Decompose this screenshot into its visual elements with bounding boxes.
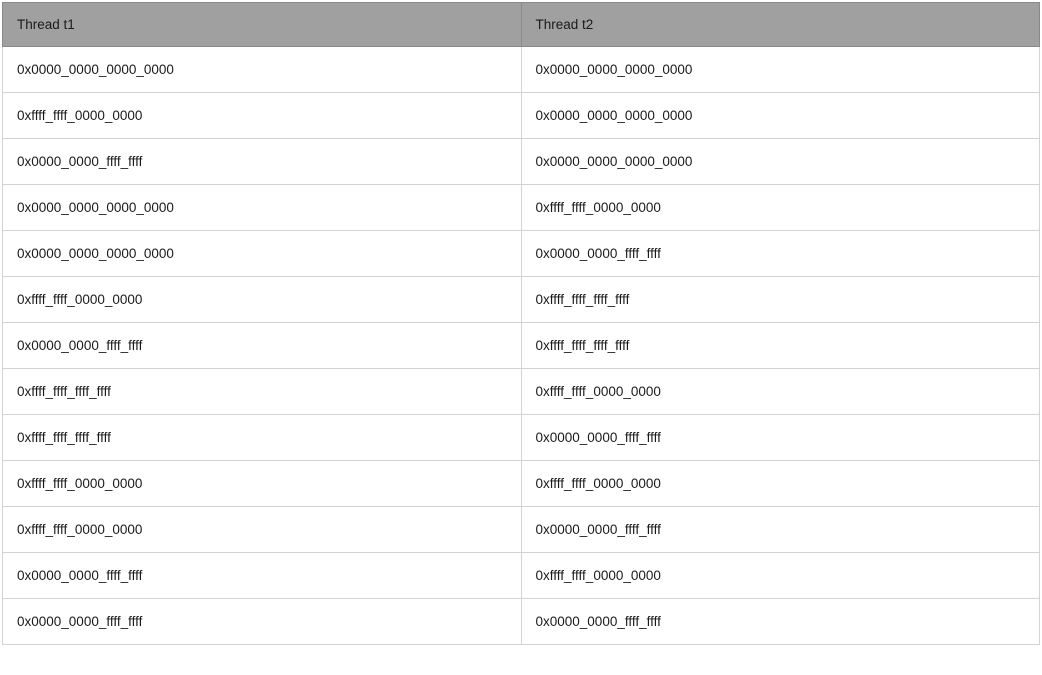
cell-t2: 0x0000_0000_0000_0000 — [521, 139, 1040, 185]
cell-t2: 0x0000_0000_0000_0000 — [521, 47, 1040, 93]
cell-t1: 0xffff_ffff_ffff_ffff — [3, 369, 522, 415]
cell-t2: 0xffff_ffff_ffff_ffff — [521, 323, 1040, 369]
cell-t2: 0x0000_0000_ffff_ffff — [521, 599, 1040, 645]
table-row: 0xffff_ffff_0000_0000 0xffff_ffff_0000_0… — [3, 461, 1040, 507]
table-row: 0x0000_0000_0000_0000 0x0000_0000_ffff_f… — [3, 231, 1040, 277]
table-row: 0xffff_ffff_ffff_ffff 0xffff_ffff_0000_0… — [3, 369, 1040, 415]
table-row: 0x0000_0000_ffff_ffff 0x0000_0000_0000_0… — [3, 139, 1040, 185]
table-row: 0x0000_0000_0000_0000 0x0000_0000_0000_0… — [3, 47, 1040, 93]
cell-t2: 0xffff_ffff_0000_0000 — [521, 185, 1040, 231]
table-row: 0x0000_0000_0000_0000 0xffff_ffff_0000_0… — [3, 185, 1040, 231]
cell-t2: 0x0000_0000_ffff_ffff — [521, 231, 1040, 277]
cell-t1: 0x0000_0000_ffff_ffff — [3, 139, 522, 185]
table-row: 0xffff_ffff_0000_0000 0xffff_ffff_ffff_f… — [3, 277, 1040, 323]
table-row: 0xffff_ffff_0000_0000 0x0000_0000_ffff_f… — [3, 507, 1040, 553]
column-header-t1: Thread t1 — [3, 3, 522, 47]
cell-t2: 0xffff_ffff_0000_0000 — [521, 461, 1040, 507]
cell-t2: 0x0000_0000_ffff_ffff — [521, 507, 1040, 553]
cell-t1: 0xffff_ffff_0000_0000 — [3, 507, 522, 553]
cell-t1: 0xffff_ffff_0000_0000 — [3, 93, 522, 139]
cell-t2: 0x0000_0000_0000_0000 — [521, 93, 1040, 139]
thread-value-table: Thread t1 Thread t2 0x0000_0000_0000_000… — [2, 2, 1040, 645]
table-header-row: Thread t1 Thread t2 — [3, 3, 1040, 47]
cell-t2: 0xffff_ffff_0000_0000 — [521, 369, 1040, 415]
table-row: 0x0000_0000_ffff_ffff 0xffff_ffff_0000_0… — [3, 553, 1040, 599]
cell-t1: 0xffff_ffff_0000_0000 — [3, 277, 522, 323]
cell-t1: 0xffff_ffff_0000_0000 — [3, 461, 522, 507]
cell-t1: 0x0000_0000_ffff_ffff — [3, 323, 522, 369]
table-row: 0xffff_ffff_0000_0000 0x0000_0000_0000_0… — [3, 93, 1040, 139]
cell-t1: 0x0000_0000_0000_0000 — [3, 47, 522, 93]
cell-t1: 0x0000_0000_0000_0000 — [3, 231, 522, 277]
table-row: 0x0000_0000_ffff_ffff 0x0000_0000_ffff_f… — [3, 599, 1040, 645]
column-header-t2: Thread t2 — [521, 3, 1040, 47]
cell-t1: 0xffff_ffff_ffff_ffff — [3, 415, 522, 461]
cell-t2: 0xffff_ffff_ffff_ffff — [521, 277, 1040, 323]
cell-t1: 0x0000_0000_0000_0000 — [3, 185, 522, 231]
cell-t1: 0x0000_0000_ffff_ffff — [3, 553, 522, 599]
table-row: 0x0000_0000_ffff_ffff 0xffff_ffff_ffff_f… — [3, 323, 1040, 369]
cell-t2: 0xffff_ffff_0000_0000 — [521, 553, 1040, 599]
cell-t2: 0x0000_0000_ffff_ffff — [521, 415, 1040, 461]
table-row: 0xffff_ffff_ffff_ffff 0x0000_0000_ffff_f… — [3, 415, 1040, 461]
cell-t1: 0x0000_0000_ffff_ffff — [3, 599, 522, 645]
